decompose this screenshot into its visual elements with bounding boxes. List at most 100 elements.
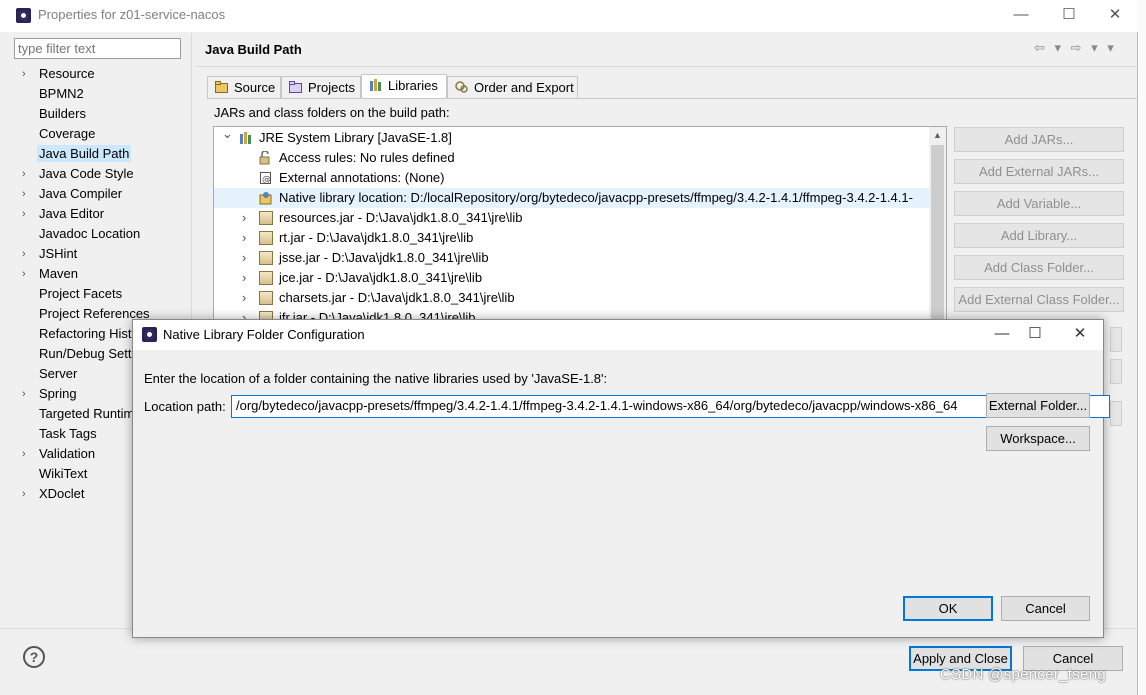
library-row[interactable]: › charsets.jar - D:\Java\jdk1.8.0_341\jre… bbox=[214, 288, 930, 308]
side-button[interactable]: Add JARs... bbox=[954, 127, 1124, 152]
tree-item-label: Java Build Path bbox=[37, 145, 132, 162]
expand-arrow-icon[interactable]: › bbox=[22, 204, 26, 224]
jar-icon bbox=[259, 291, 273, 305]
jars-label: JARs and class folders on the build path… bbox=[214, 105, 450, 120]
page-title: Java Build Path bbox=[205, 42, 302, 57]
side-button[interactable]: Add Variable... bbox=[954, 191, 1124, 216]
library-row[interactable]: › jsse.jar - D:\Java\jdk1.8.0_341\jre\lib bbox=[214, 248, 930, 268]
library-row-label: External annotations: (None) bbox=[279, 170, 445, 185]
library-row-label: JRE System Library [JavaSE-1.8] bbox=[259, 130, 452, 145]
hidden-button-fragment-3 bbox=[1110, 401, 1122, 426]
dialog-title-bar: Native Library Folder Configuration — ☐ … bbox=[133, 320, 1103, 350]
tree-item[interactable]: › Maven bbox=[14, 264, 192, 284]
dialog-title: Native Library Folder Configuration bbox=[163, 327, 365, 342]
hidden-button-fragment-2 bbox=[1110, 359, 1122, 384]
library-row[interactable]: › rt.jar - D:\Java\jdk1.8.0_341\jre\lib bbox=[214, 228, 930, 248]
library-icon bbox=[239, 131, 253, 145]
tree-item-label: Server bbox=[39, 366, 78, 381]
eclipse-icon bbox=[142, 327, 157, 342]
library-row-label: Native library location: D:/localReposit… bbox=[279, 190, 913, 205]
tree-item-label: Java Code Style bbox=[39, 166, 134, 181]
close-button[interactable]: ✕ bbox=[1100, 4, 1130, 28]
side-button[interactable]: Add External Class Folder... bbox=[954, 287, 1124, 312]
nav-arrows-icon[interactable]: ⇦ ▾ ⇨ ▾ ▾ bbox=[1034, 40, 1117, 56]
tree-item[interactable]: Builders bbox=[14, 104, 192, 124]
collapse-arrow-icon[interactable]: ⌄ bbox=[222, 127, 233, 144]
expand-arrow-icon[interactable]: › bbox=[242, 248, 246, 268]
scroll-up-icon[interactable]: ▲ bbox=[929, 127, 946, 144]
side-button[interactable]: Add Library... bbox=[954, 223, 1124, 248]
tree-item-label: Spring bbox=[39, 386, 77, 401]
tab-divider bbox=[207, 98, 1138, 99]
scroll-thumb[interactable] bbox=[931, 145, 944, 320]
tree-item-label: Builders bbox=[39, 106, 86, 121]
expand-arrow-icon[interactable]: › bbox=[22, 244, 26, 264]
tree-item-label: Javadoc Location bbox=[39, 226, 141, 241]
library-row-label: resources.jar - D:\Java\jdk1.8.0_341\jre… bbox=[279, 210, 523, 225]
minimize-button[interactable]: — bbox=[1006, 4, 1036, 28]
tree-item[interactable]: BPMN2 bbox=[14, 84, 192, 104]
tree-item-label: BPMN2 bbox=[39, 86, 84, 101]
tab-projects-label: Projects bbox=[308, 80, 355, 95]
tab-source-label: Source bbox=[234, 80, 276, 95]
help-icon[interactable]: ? bbox=[23, 646, 45, 668]
library-row[interactable]: @ External annotations: (None) bbox=[214, 168, 930, 188]
ok-button[interactable]: OK bbox=[903, 596, 993, 621]
tree-item[interactable]: Java Build Path bbox=[14, 144, 192, 164]
tab-libraries-label: Libraries bbox=[388, 78, 438, 93]
expand-arrow-icon[interactable]: › bbox=[22, 184, 26, 204]
vertical-scrollbar[interactable]: ▲ bbox=[929, 127, 946, 320]
tab-source[interactable]: Source bbox=[207, 76, 281, 98]
location-path-input[interactable]: /org/bytedeco/javacpp-presets/ffmpeg/3.4… bbox=[231, 395, 1110, 418]
tree-item-label: Java Compiler bbox=[39, 186, 123, 201]
dialog-maximize-button[interactable]: ☐ bbox=[1020, 323, 1050, 347]
tree-item[interactable]: Javadoc Location bbox=[14, 224, 192, 244]
expand-arrow-icon[interactable]: › bbox=[242, 268, 246, 288]
expand-arrow-icon[interactable]: › bbox=[242, 288, 246, 308]
tab-order-export[interactable]: Order and Export bbox=[447, 76, 578, 98]
tab-libraries[interactable]: Libraries bbox=[361, 74, 447, 99]
filter-input[interactable] bbox=[14, 38, 181, 59]
library-row[interactable]: › jce.jar - D:\Java\jdk1.8.0_341\jre\lib bbox=[214, 268, 930, 288]
expand-arrow-icon[interactable]: › bbox=[22, 444, 26, 464]
eclipse-icon bbox=[16, 8, 31, 23]
tree-item[interactable]: › Java Code Style bbox=[14, 164, 192, 184]
tree-item[interactable]: › JSHint bbox=[14, 244, 192, 264]
library-row[interactable]: Access rules: No rules defined bbox=[214, 148, 930, 168]
library-row[interactable]: ⌄ JRE System Library [JavaSE-1.8] bbox=[214, 127, 930, 148]
maximize-button[interactable]: ☐ bbox=[1054, 4, 1084, 28]
expand-arrow-icon[interactable]: › bbox=[22, 484, 26, 504]
external-folder-button[interactable]: External Folder... bbox=[986, 393, 1090, 418]
library-row-label: Access rules: No rules defined bbox=[279, 150, 455, 165]
expand-arrow-icon[interactable]: › bbox=[22, 384, 26, 404]
library-row[interactable]: › resources.jar - D:\Java\jdk1.8.0_341\jr… bbox=[214, 208, 930, 228]
tree-item[interactable]: › Java Editor bbox=[14, 204, 192, 224]
expand-arrow-icon[interactable]: › bbox=[242, 228, 246, 248]
tab-projects[interactable]: Projects bbox=[281, 76, 361, 98]
source-folder-icon bbox=[215, 81, 228, 93]
tree-item[interactable]: › Resource bbox=[14, 64, 192, 84]
dialog-minimize-button[interactable]: — bbox=[987, 323, 1017, 347]
side-button[interactable]: Add External JARs... bbox=[954, 159, 1124, 184]
dialog-close-button[interactable]: ✕ bbox=[1065, 323, 1095, 347]
tree-item-label: Maven bbox=[39, 266, 79, 281]
tree-item[interactable]: › Java Compiler bbox=[14, 184, 192, 204]
libraries-list[interactable]: ⌄ JRE System Library [JavaSE-1.8] Access r… bbox=[213, 126, 947, 321]
dialog-cancel-button[interactable]: Cancel bbox=[1001, 596, 1090, 621]
tree-item[interactable]: Project Facets bbox=[14, 284, 192, 304]
workspace-button[interactable]: Workspace... bbox=[986, 426, 1090, 451]
side-button[interactable]: Add Class Folder... bbox=[954, 255, 1124, 280]
tab-order-export-label: Order and Export bbox=[474, 80, 574, 95]
expand-arrow-icon[interactable]: › bbox=[22, 164, 26, 184]
expand-arrow-icon[interactable]: › bbox=[22, 264, 26, 284]
expand-arrow-icon[interactable]: › bbox=[242, 208, 246, 228]
jar-icon bbox=[259, 231, 273, 245]
tree-item[interactable]: Coverage bbox=[14, 124, 192, 144]
order-export-icon bbox=[455, 81, 468, 93]
expand-arrow-icon[interactable]: › bbox=[22, 64, 26, 84]
header-divider bbox=[196, 66, 1138, 67]
tree-item-label: JSHint bbox=[39, 246, 78, 261]
library-row-label: jce.jar - D:\Java\jdk1.8.0_341\jre\lib bbox=[279, 270, 483, 285]
library-row[interactable]: Native library location: D:/localReposit… bbox=[214, 188, 930, 208]
location-path-value: /org/bytedeco/javacpp-presets/ffmpeg/3.4… bbox=[236, 398, 958, 413]
